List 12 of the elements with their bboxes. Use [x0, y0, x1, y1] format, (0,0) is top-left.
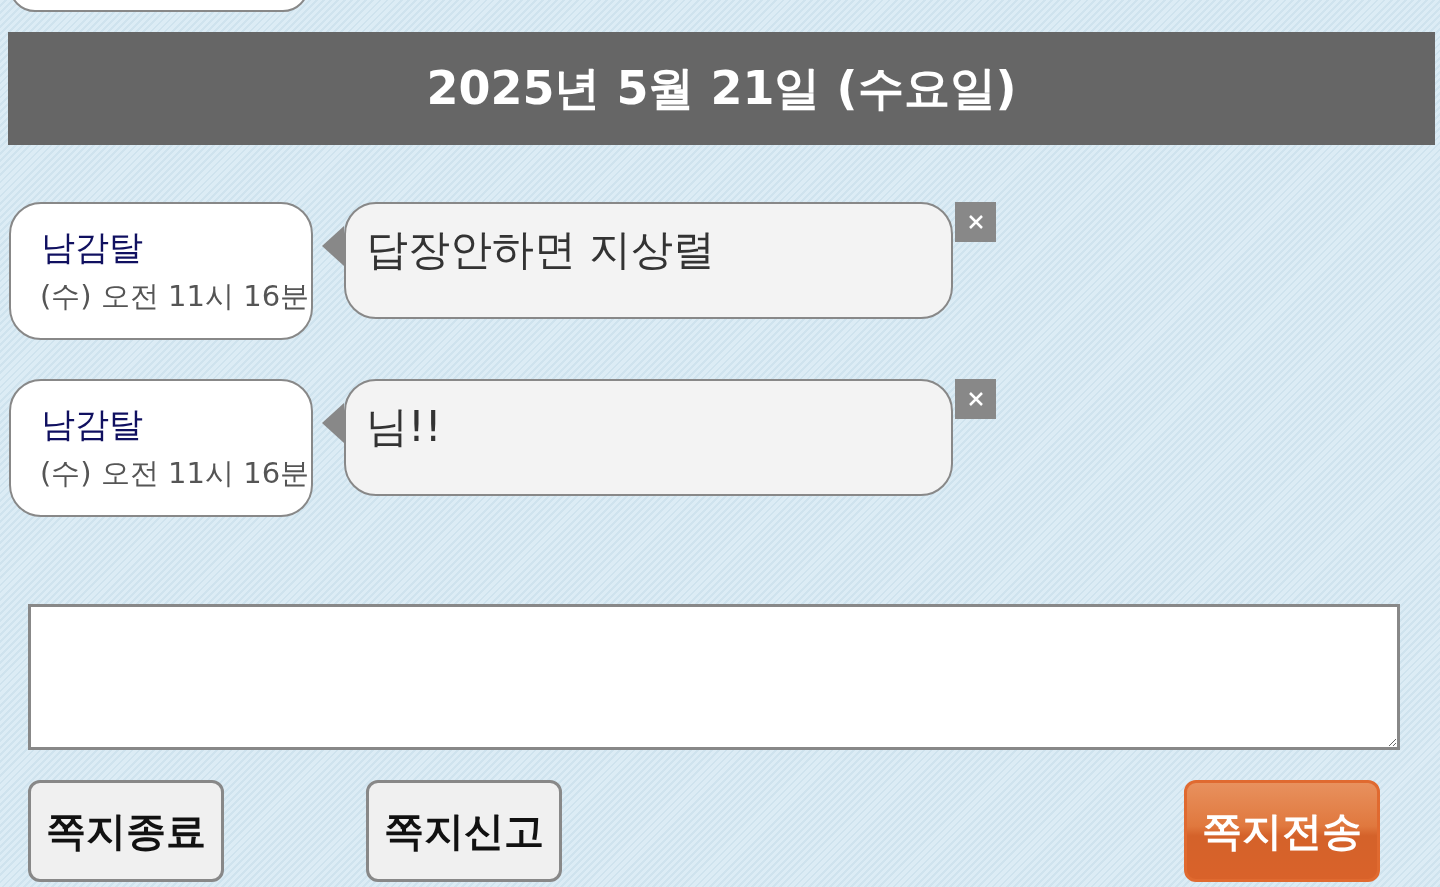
- message-input[interactable]: [28, 604, 1400, 750]
- message-button[interactable]: 쪽지종료: [28, 780, 224, 882]
- message-time: (수) 오전 11시 16분: [40, 455, 311, 492]
- message-time: (수) 오전 11시 16분: [40, 278, 311, 315]
- sender-name: 남감탈: [41, 226, 144, 268]
- message-bubble: 님!!: [344, 379, 953, 496]
- message-bubble: 답장안하면 지상렬: [344, 202, 953, 319]
- close-icon[interactable]: [955, 202, 996, 242]
- message-button[interactable]: 쪽지신고: [366, 780, 562, 882]
- sender-name: 남감탈: [41, 403, 144, 445]
- date-header: 2025년 5월 21일 (수요일): [8, 32, 1435, 145]
- close-icon[interactable]: [955, 379, 996, 419]
